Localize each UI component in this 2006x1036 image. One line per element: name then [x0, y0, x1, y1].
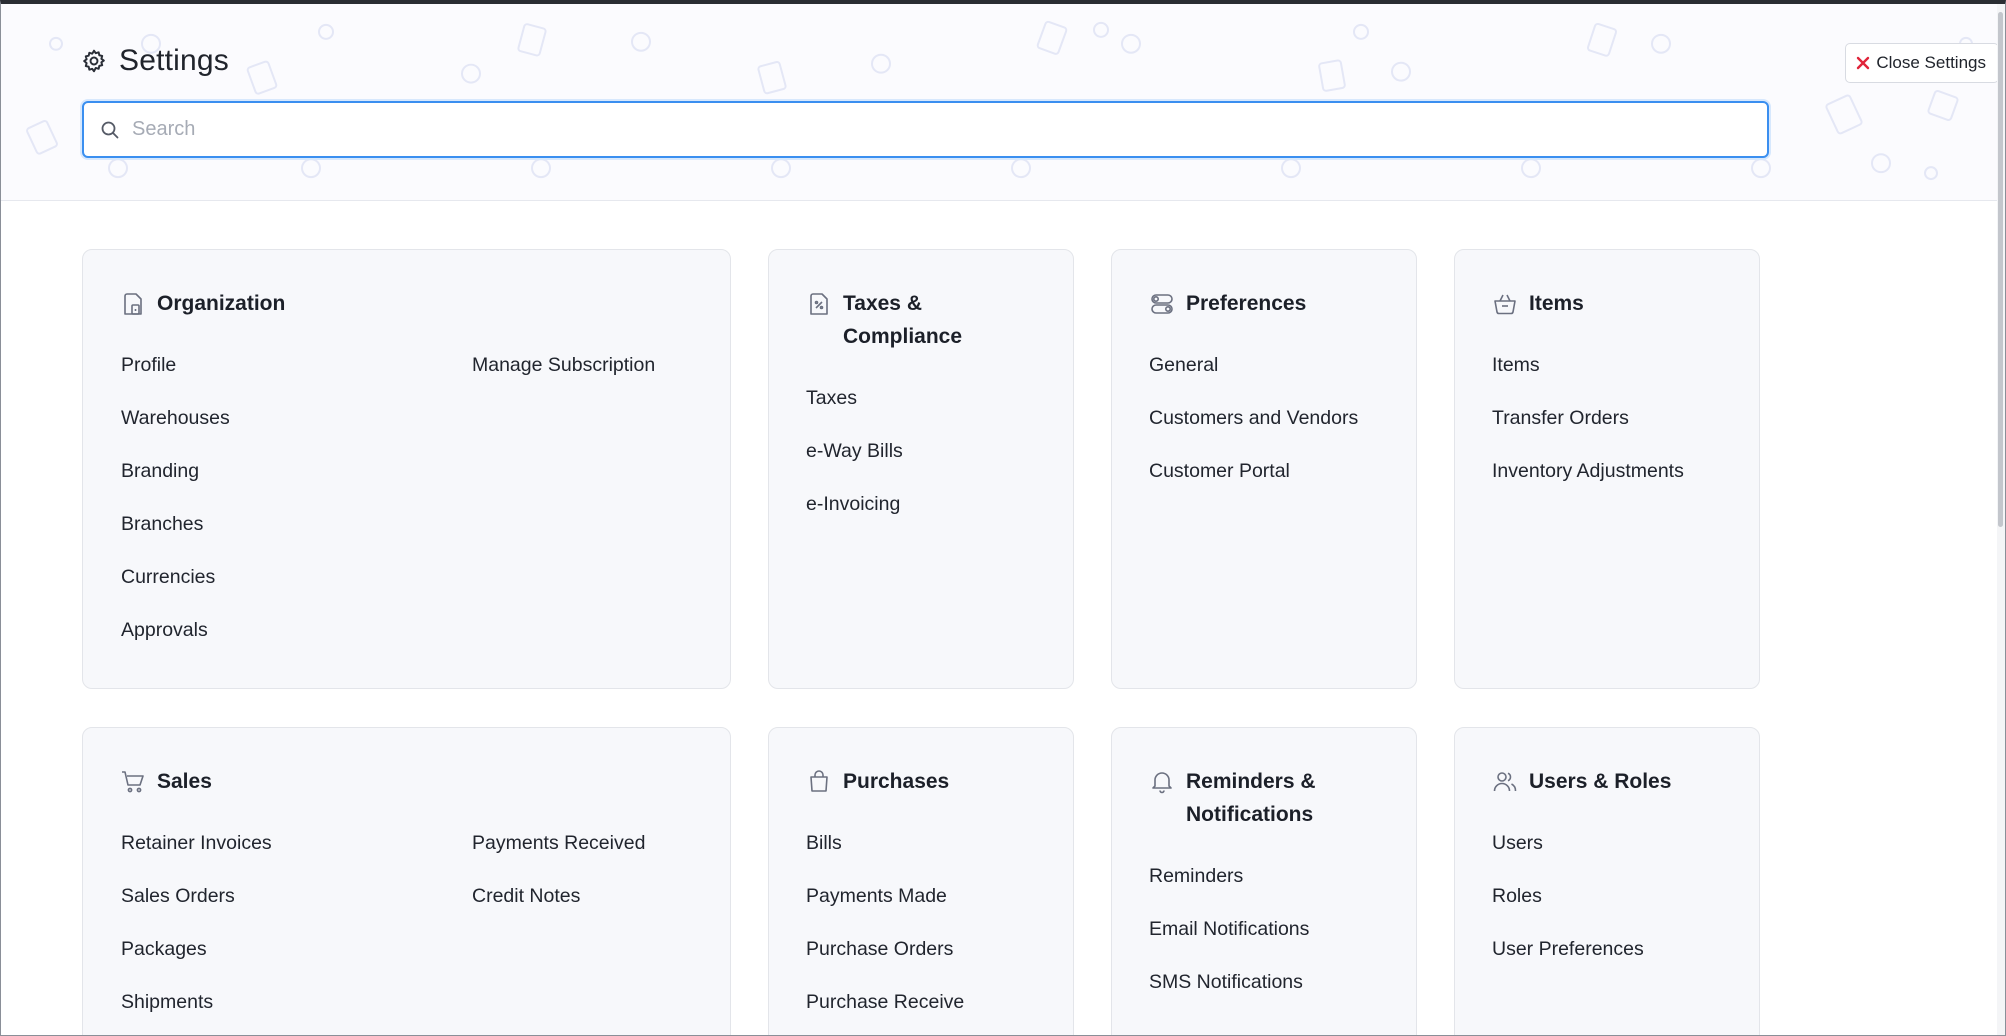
settings-link-customers-vendors[interactable]: Customers and Vendors [1149, 407, 1358, 430]
scrollbar-thumb[interactable] [1998, 12, 2003, 527]
settings-link-shipments[interactable]: Shipments [121, 991, 213, 1014]
card-header: Purchases [806, 768, 949, 798]
settings-link-branding[interactable]: Branding [121, 460, 199, 483]
scrollbar-track[interactable] [1997, 4, 2005, 1035]
settings-link-eway-bills[interactable]: e-Way Bills [806, 440, 903, 463]
settings-link-roles[interactable]: Roles [1492, 885, 1542, 908]
toggles-icon [1151, 294, 1173, 314]
card-title-line: Reminders & [1186, 770, 1316, 793]
settings-link-retainer-invoices[interactable]: Retainer Invoices [121, 832, 272, 855]
settings-link-packages[interactable]: Packages [121, 938, 207, 961]
tax-document-icon [810, 293, 828, 315]
settings-window: Settings Close Settings Organization Pro… [0, 0, 2006, 1036]
card-items: Items Items Transfer Orders Inventory Ad… [1454, 249, 1760, 689]
settings-link-email-notifications[interactable]: Email Notifications [1149, 918, 1309, 941]
settings-link-profile[interactable]: Profile [121, 354, 176, 377]
settings-link-customer-portal[interactable]: Customer Portal [1149, 460, 1290, 483]
settings-link-bills[interactable]: Bills [806, 832, 842, 855]
settings-link-purchase-receive[interactable]: Purchase Receive [806, 991, 964, 1014]
search-box[interactable] [82, 101, 1769, 158]
card-header: Items [1492, 290, 1584, 320]
card-title: Organization [157, 292, 286, 315]
card-title-line: Notifications [1186, 803, 1314, 826]
card-title-line: Compliance [843, 325, 963, 348]
card-reminders-notifications: Reminders & Notifications Reminders Emai… [1111, 727, 1417, 1035]
card-title: Taxes & Compliance [843, 287, 962, 353]
card-title-line: Taxes & [843, 292, 922, 315]
close-settings-button[interactable]: Close Settings [1845, 43, 1999, 83]
card-title: Users & Roles [1529, 770, 1672, 793]
settings-link-branches[interactable]: Branches [121, 513, 203, 536]
settings-link-taxes[interactable]: Taxes [806, 387, 857, 410]
card-header: Reminders & Notifications [1149, 768, 1316, 831]
search-input[interactable] [132, 109, 1732, 150]
card-purchases: Purchases Bills Payments Made Purchase O… [768, 727, 1074, 1035]
card-title: Sales [157, 770, 212, 793]
card-title: Reminders & Notifications [1186, 765, 1316, 831]
settings-link-payments-made[interactable]: Payments Made [806, 885, 947, 908]
settings-link-inventory-adjustments[interactable]: Inventory Adjustments [1492, 460, 1684, 483]
cart-icon [122, 771, 144, 793]
card-organization: Organization Profile Manage Subscription… [82, 249, 731, 689]
settings-link-transfer-orders[interactable]: Transfer Orders [1492, 407, 1629, 430]
settings-header: Settings Close Settings [1, 4, 2003, 201]
building-icon [124, 293, 142, 315]
gear-icon [83, 49, 105, 73]
settings-link-users[interactable]: Users [1492, 832, 1543, 855]
settings-title-row: Settings [81, 44, 229, 78]
settings-link-general[interactable]: General [1149, 354, 1218, 377]
settings-link-sms-notifications[interactable]: SMS Notifications [1149, 971, 1303, 994]
settings-link-items[interactable]: Items [1492, 354, 1540, 377]
card-users-roles: Users & Roles Users Roles User Preferenc… [1454, 727, 1760, 1035]
settings-link-einvoicing[interactable]: e-Invoicing [806, 493, 900, 516]
bell-icon [1152, 772, 1172, 794]
settings-link-payments-received[interactable]: Payments Received [472, 832, 645, 855]
search-icon [101, 121, 119, 138]
close-settings-label: Close Settings [1876, 53, 1986, 72]
page-title: Settings [119, 44, 229, 77]
card-title: Purchases [843, 770, 950, 793]
settings-link-reminders[interactable]: Reminders [1149, 865, 1243, 888]
card-header: Organization [120, 290, 285, 320]
close-icon [1857, 56, 1870, 70]
card-title: Items [1529, 292, 1584, 315]
card-header: Preferences [1149, 290, 1306, 320]
settings-link-manage-subscription[interactable]: Manage Subscription [472, 354, 655, 377]
basket-icon [1494, 294, 1516, 315]
card-header: Taxes & Compliance [806, 290, 962, 353]
card-header: Sales [120, 768, 212, 798]
settings-link-currencies[interactable]: Currencies [121, 566, 215, 589]
settings-link-credit-notes[interactable]: Credit Notes [472, 885, 580, 908]
card-taxes-compliance: Taxes & Compliance Taxes e-Way Bills e-I… [768, 249, 1074, 689]
settings-link-sales-orders[interactable]: Sales Orders [121, 885, 235, 908]
settings-link-approvals[interactable]: Approvals [121, 619, 208, 642]
settings-link-purchase-orders[interactable]: Purchase Orders [806, 938, 953, 961]
settings-link-warehouses[interactable]: Warehouses [121, 407, 230, 430]
card-header: Users & Roles [1492, 768, 1671, 798]
shopping-bag-icon [810, 770, 828, 792]
card-sales: Sales Retainer Invoices Payments Receive… [82, 727, 731, 1035]
card-preferences: Preferences General Customers and Vendor… [1111, 249, 1417, 689]
card-title: Preferences [1186, 292, 1307, 315]
settings-link-user-preferences[interactable]: User Preferences [1492, 938, 1644, 961]
users-icon [1493, 772, 1517, 792]
